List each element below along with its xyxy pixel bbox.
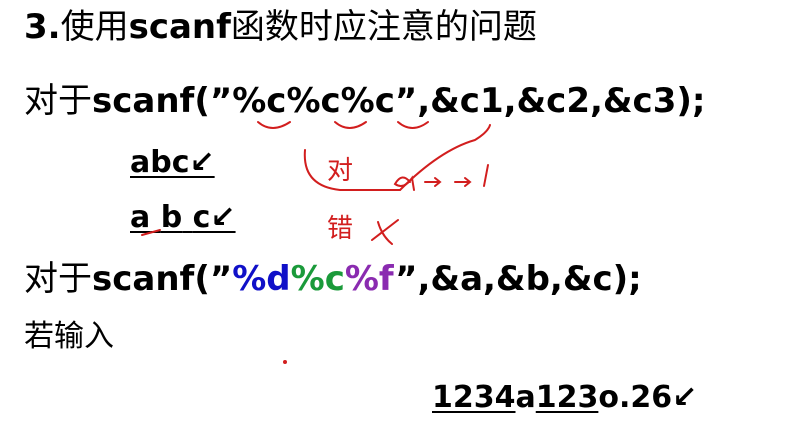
- underline-c-3: [397, 121, 429, 129]
- format-d: %d: [232, 259, 291, 299]
- input-example-2: 1234a123o.26↙: [432, 383, 697, 413]
- underline-c-2: [334, 121, 367, 129]
- wrong-cross-2: [377, 221, 393, 245]
- handwritten-a: [393, 175, 415, 191]
- example-line-2: 对于scanf(”%d%c%f”,&a,&b,&c);: [24, 262, 642, 296]
- input-part-1234: 1234: [432, 380, 516, 415]
- line4-head: scanf(”: [92, 259, 233, 299]
- annotation-correct: 对: [327, 156, 354, 186]
- title-text-2: 函数时应注意的问题: [230, 7, 537, 47]
- line4-prefix: 对于: [24, 259, 92, 299]
- example-line-1: 对于scanf(”%c%c%c”,&c1,&c2,&c3);: [24, 84, 706, 118]
- input-abc-text: abc↙: [130, 145, 215, 180]
- red-dot: [283, 360, 287, 364]
- if-input-label: 若输入: [24, 319, 114, 354]
- line1-prefix: 对于: [24, 81, 92, 121]
- handwritten-arrow-2: [454, 177, 472, 187]
- format-c: %c: [290, 259, 345, 299]
- line1-code: scanf(”%c%c%c”,&c1,&c2,&c3);: [92, 81, 706, 121]
- annotation-wrong: 错: [327, 214, 354, 244]
- arrow-stroke: [399, 124, 491, 191]
- title-text-1: 使用: [60, 7, 129, 47]
- input-a: a: [130, 200, 151, 235]
- format-f: %f: [344, 259, 396, 299]
- input-part-rest: o.26↙: [598, 380, 698, 415]
- wrong-cross-1: [371, 219, 399, 241]
- line4-tail: ”,&a,&b,&c);: [395, 259, 642, 299]
- input-b: b: [160, 200, 183, 235]
- input-abc: abc↙: [130, 148, 215, 178]
- input-c: c↙: [192, 200, 236, 235]
- handwritten-annotations: [141, 121, 491, 364]
- input-part-123: 123: [535, 380, 599, 415]
- handwritten-arrow-1: [424, 177, 442, 187]
- input-a-b-c: a b c↙: [130, 203, 236, 233]
- underline-c-1: [257, 121, 291, 129]
- slide-title: 3.使用scanf函数时应注意的问题: [24, 10, 537, 44]
- input-part-a: a: [515, 380, 536, 415]
- handwritten-mark: [483, 164, 489, 187]
- title-keyword: scanf: [128, 7, 231, 47]
- title-number: 3.: [24, 7, 61, 47]
